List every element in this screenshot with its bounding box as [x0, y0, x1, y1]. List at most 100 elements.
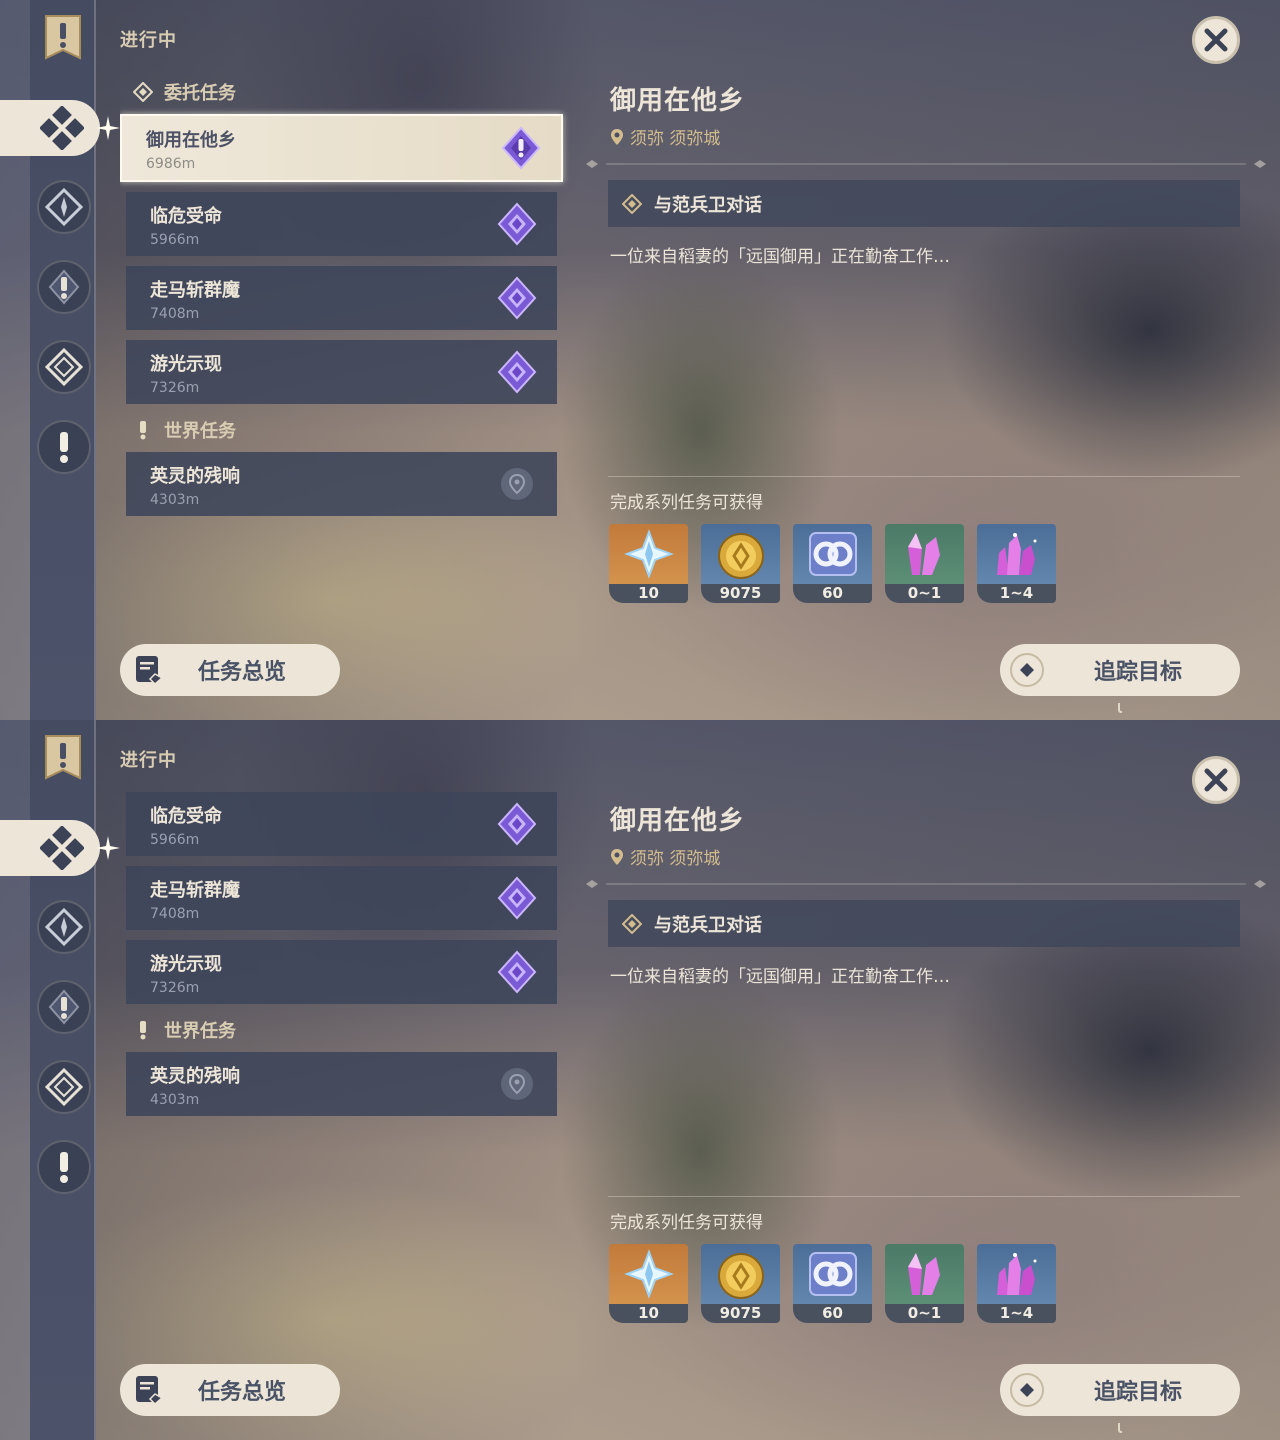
- quest-detail-title: 御用在他乡: [610, 806, 746, 836]
- primogem-icon: [623, 1249, 674, 1299]
- quest-item[interactable]: 游光示现 7326m: [126, 340, 557, 404]
- quest-book-icon: [136, 656, 164, 686]
- commission-icon: [40, 106, 84, 150]
- rewards-label: 完成系列任务可获得: [610, 1213, 763, 1233]
- category-commission: 委托任务: [120, 70, 570, 114]
- reward-count: 9075: [701, 584, 780, 603]
- location-pin-icon: [611, 848, 623, 865]
- status-heading: 进行中: [120, 30, 177, 51]
- nav-tab-commission-active[interactable]: [0, 820, 100, 876]
- quest-item[interactable]: 临危受命 5966m: [126, 192, 557, 256]
- side-navigation: [0, 720, 120, 1440]
- quest-objective: 与范兵卫对话: [608, 900, 1240, 947]
- primogem-icon: [623, 529, 674, 579]
- nav-tab-legend[interactable]: [37, 180, 91, 234]
- category-world: 世界任务: [120, 1008, 570, 1052]
- friendship-icon: [808, 1252, 857, 1296]
- category-world: 世界任务: [120, 408, 570, 452]
- reward-count: 10: [609, 584, 688, 603]
- reward-crystal-chunk[interactable]: 0~1: [885, 524, 964, 603]
- mora-icon: [717, 533, 764, 579]
- commission-diamond-icon: [132, 81, 154, 103]
- location-pin-icon: [611, 128, 623, 145]
- quest-description: 一位来自稻妻的「远国御用」正在勤奋工作…: [610, 967, 950, 987]
- reward-primogem[interactable]: 10: [609, 524, 688, 603]
- reward-crystal-cluster[interactable]: 1~4: [977, 1244, 1056, 1323]
- close-icon: [1204, 28, 1228, 52]
- reward-crystal-chunk[interactable]: 0~1: [885, 1244, 964, 1323]
- reward-primogem[interactable]: 10: [609, 1244, 688, 1323]
- reward-friendship[interactable]: 60: [793, 1244, 872, 1323]
- track-objective-button[interactable]: 追踪目标: [1000, 1364, 1240, 1416]
- nav-tab-story[interactable]: [37, 1060, 91, 1114]
- reward-count: 9075: [701, 1304, 780, 1323]
- commission-quest-icon: [497, 202, 537, 246]
- quest-overview-button[interactable]: 任务总览: [120, 1364, 340, 1416]
- location-text: 须弥 须弥城: [630, 129, 721, 149]
- nav-tab-commission-active[interactable]: [0, 100, 100, 156]
- quest-overview-button[interactable]: 任务总览: [120, 644, 340, 696]
- reward-count: 60: [793, 1304, 872, 1323]
- side-navigation: [0, 0, 120, 720]
- quest-book-icon: [136, 1376, 164, 1406]
- close-button[interactable]: [1192, 756, 1240, 804]
- crystal-cluster-icon: [996, 1253, 1036, 1295]
- nav-tab-legend[interactable]: [37, 900, 91, 954]
- reward-count: 0~1: [885, 584, 964, 603]
- quest-list[interactable]: 委托任务 御用在他乡 6986m 临危受命 5966m 走马斩群魔 7408m: [120, 786, 570, 1306]
- reward-crystal-cluster[interactable]: 1~4: [977, 524, 1056, 603]
- track-objective-button[interactable]: 追踪目标: [1000, 644, 1240, 696]
- quest-item[interactable]: 英灵的残响 4303m: [126, 452, 557, 516]
- ornament-divider: [586, 880, 1266, 888]
- divider: [608, 476, 1240, 477]
- quest-list-content: 委托任务 御用在他乡 6986m 临危受命 5966m 走马斩群魔 7408m: [120, 786, 570, 1126]
- archon-quest-icon: [48, 989, 80, 1025]
- nav-tab-world[interactable]: [37, 420, 91, 474]
- reward-count: 1~4: [977, 584, 1056, 603]
- ornament-divider: [586, 160, 1266, 168]
- quest-item[interactable]: 走马斩群魔 7408m: [126, 266, 557, 330]
- nav-tab-story[interactable]: [37, 340, 91, 394]
- nav-tab-world[interactable]: [37, 1140, 91, 1194]
- reward-friendship[interactable]: 60: [793, 524, 872, 603]
- quest-list[interactable]: 委托任务 御用在他乡 6986m 临危受命 5966m 走马斩群魔 7408m …: [120, 70, 570, 610]
- nav-tab-archon[interactable]: [37, 980, 91, 1034]
- reward-mora[interactable]: 9075: [701, 1244, 780, 1323]
- objective-diamond-icon: [622, 913, 642, 934]
- quest-objective: 与范兵卫对话: [608, 180, 1240, 227]
- cursor-mark: [1118, 1423, 1122, 1433]
- world-exclamation-icon: [132, 1019, 154, 1041]
- friendship-icon: [808, 532, 857, 576]
- quest-screen-panel-2: 进行中 委托任务 御用在他乡 6986m 临危受命 5966m: [0, 720, 1280, 1440]
- objective-text: 与范兵卫对话: [654, 914, 762, 936]
- commission-quest-icon: [497, 350, 537, 394]
- crystal-chunk-icon: [907, 1253, 940, 1295]
- quest-location: 须弥 须弥城: [610, 124, 720, 149]
- story-quest-icon: [45, 348, 83, 386]
- quest-item-selected[interactable]: 御用在他乡 6986m: [120, 114, 563, 182]
- reward-mora[interactable]: 9075: [701, 524, 780, 603]
- track-target-icon: [1010, 653, 1044, 687]
- objective-diamond-icon: [622, 193, 642, 214]
- rewards-label: 完成系列任务可获得: [610, 493, 763, 513]
- world-quest-icon: [60, 432, 68, 463]
- rewards-row: 10 9075 60 0~1 1~4: [609, 1244, 1056, 1323]
- quest-description: 一位来自稻妻的「远国御用」正在勤奋工作…: [610, 247, 950, 267]
- nav-tab-archon[interactable]: [37, 260, 91, 314]
- status-heading: 进行中: [120, 750, 177, 771]
- close-button[interactable]: [1192, 16, 1240, 64]
- world-quest-icon: [60, 1152, 68, 1183]
- divider: [608, 1196, 1240, 1197]
- quest-item[interactable]: 英灵的残响 4303m: [126, 1052, 557, 1116]
- world-exclamation-icon: [132, 419, 154, 441]
- quest-item[interactable]: 游光示现 7326m: [126, 940, 557, 1004]
- crystal-chunk-icon: [907, 533, 940, 575]
- quest-item[interactable]: 临危受命 5966m: [126, 792, 557, 856]
- category-label: 世界任务: [164, 421, 236, 442]
- quest-item[interactable]: 走马斩群魔 7408m: [126, 866, 557, 930]
- commission-quest-icon: [497, 876, 537, 920]
- cursor-mark: [1118, 703, 1122, 713]
- quest-screen-panel-1: 进行中 委托任务 御用在他乡 6986m 临危受命 5966m 走马斩群魔 74…: [0, 0, 1280, 720]
- track-target-icon: [1010, 1373, 1044, 1407]
- location-text: 须弥 须弥城: [630, 849, 721, 869]
